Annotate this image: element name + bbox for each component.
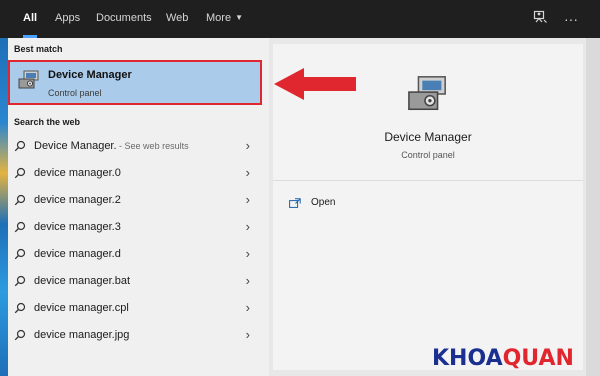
- search-icon: [14, 275, 26, 287]
- chevron-right-icon: ›: [245, 192, 250, 207]
- chevron-right-icon: ›: [245, 273, 250, 288]
- web-result-label: device manager.bat: [34, 275, 131, 287]
- search-icon: [14, 302, 26, 314]
- chevron-right-icon: ›: [245, 246, 250, 261]
- search-icon: [14, 248, 26, 260]
- tab-more-label: More: [206, 12, 232, 24]
- web-result[interactable]: device manager.jpg ›: [8, 322, 262, 349]
- web-result[interactable]: device manager.2 ›: [8, 187, 262, 214]
- best-match-subtitle: Control panel: [48, 88, 102, 98]
- tab-apps-label: Apps: [55, 12, 81, 24]
- logo-part-2: QUAN: [502, 346, 574, 371]
- web-result-label: device manager.d: [34, 248, 121, 260]
- chevron-right-icon: ›: [245, 165, 250, 180]
- chevron-right-icon: ›: [245, 138, 250, 153]
- desktop-background-left: [0, 38, 8, 376]
- logo-part-1: KHOA: [432, 346, 503, 371]
- web-result-label: device manager.2: [34, 194, 121, 206]
- web-result-label: device manager.0: [34, 167, 121, 179]
- tab-more[interactable]: More ▼: [206, 0, 243, 38]
- more-options-icon[interactable]: ···: [561, 9, 581, 29]
- tab-web[interactable]: Web: [166, 0, 188, 38]
- chevron-right-icon: ›: [245, 219, 250, 234]
- watermark-logo: KHOAQUAN: [432, 346, 574, 371]
- web-result-query: Device Manager.: [34, 140, 117, 152]
- device-manager-icon: [408, 76, 446, 111]
- web-result[interactable]: Device Manager. - See web results ›: [8, 133, 262, 160]
- tab-documents[interactable]: Documents: [96, 0, 152, 38]
- web-result-label: Device Manager. - See web results: [34, 140, 189, 152]
- web-result-label: device manager.cpl: [34, 302, 129, 314]
- web-result-hint: - See web results: [116, 141, 189, 151]
- tab-all[interactable]: All: [23, 0, 38, 38]
- best-match-device-manager[interactable]: Device Manager Control panel: [8, 60, 262, 105]
- search-icon: [14, 194, 26, 206]
- open-icon: [289, 198, 301, 208]
- web-result[interactable]: device manager.d ›: [8, 241, 262, 268]
- web-result-label: device manager.3: [34, 221, 121, 233]
- tab-documents-label: Documents: [96, 12, 152, 24]
- best-match-heading: Best match: [14, 44, 63, 54]
- detail-subtitle: Control panel: [401, 150, 455, 160]
- web-result[interactable]: device manager.3 ›: [8, 214, 262, 241]
- web-result-label: device manager.jpg: [34, 329, 130, 341]
- feedback-icon[interactable]: [530, 9, 550, 29]
- search-icon: [14, 221, 26, 233]
- tab-all-label: All: [23, 12, 38, 24]
- search-the-web-heading: Search the web: [14, 117, 81, 127]
- results-pane: Best match Device Manager Control panel …: [8, 38, 269, 376]
- web-result[interactable]: device manager.0 ›: [8, 160, 262, 187]
- search-icon: [14, 167, 26, 179]
- device-manager-icon: [18, 70, 39, 89]
- open-label: Open: [311, 197, 336, 208]
- search-filter-bar: All Apps Documents Web More ▼ ···: [0, 0, 600, 38]
- tab-apps[interactable]: Apps: [55, 0, 80, 38]
- desktop-background-right: [586, 38, 600, 376]
- detail-title: Device Manager: [384, 130, 472, 144]
- chevron-right-icon: ›: [245, 300, 250, 315]
- tab-web-label: Web: [166, 12, 189, 24]
- web-result[interactable]: device manager.cpl ›: [8, 295, 262, 322]
- search-icon: [14, 329, 26, 341]
- best-match-title: Device Manager: [48, 69, 132, 81]
- detail-card: Device Manager Control panel: [273, 44, 583, 180]
- chevron-right-icon: ›: [245, 327, 250, 342]
- chevron-down-icon: ▼: [235, 13, 243, 22]
- actions-list: Open: [273, 180, 583, 370]
- annotation-arrow: [274, 68, 356, 100]
- web-result[interactable]: device manager.bat ›: [8, 268, 262, 295]
- search-icon: [14, 140, 26, 152]
